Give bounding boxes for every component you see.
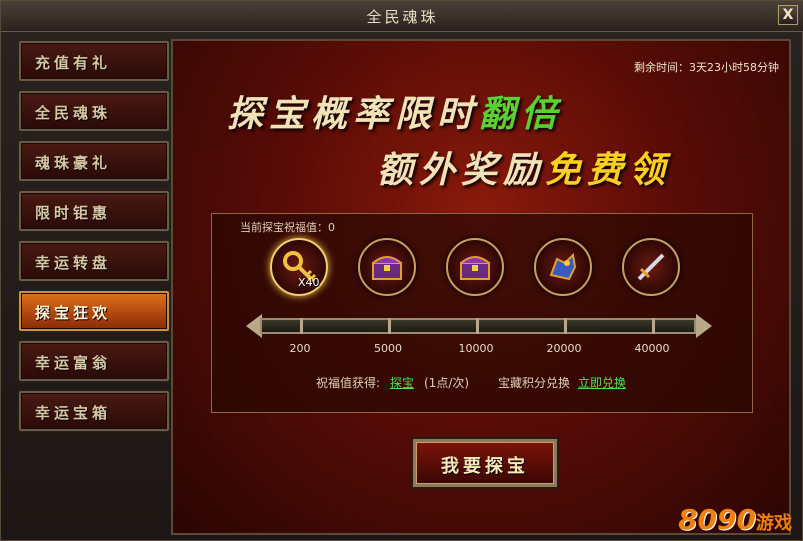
reward-item-sword[interactable] <box>622 238 680 296</box>
sidebar-item-label: 探宝狂欢 <box>35 304 112 322</box>
main-panel: 剩余时间：3天23小时58分钟 探宝概率限时翻倍 额外奖励免费领 当前探宝祝福值… <box>171 39 791 535</box>
progress-bar-right-arrow <box>696 314 712 338</box>
treasure-chest-icon <box>460 256 490 280</box>
sidebar-item-label: 限时钜惠 <box>35 204 112 222</box>
blessing-progress-bar <box>260 318 696 334</box>
threshold-tick <box>564 318 567 334</box>
sidebar-item-recharge-gift[interactable]: 充值有礼 <box>19 41 169 81</box>
logo-text: 游戏 <box>756 513 792 534</box>
game-window: 全民魂珠 X 充值有礼 全民魂珠 魂珠豪礼 限时钜惠 幸运转盘 探宝狂欢 幸运富… <box>0 0 803 541</box>
reward-item-chest-2[interactable] <box>446 238 504 296</box>
sidebar-item-limited-offer[interactable]: 限时钜惠 <box>19 191 169 231</box>
threshold-label: 10000 <box>458 342 494 355</box>
threshold-tick <box>652 318 655 334</box>
sidebar-item-label: 魂珠豪礼 <box>35 154 112 172</box>
sidebar-item-lucky-chest[interactable]: 幸运宝箱 <box>19 391 169 431</box>
window-title: 全民魂珠 <box>366 8 439 26</box>
treasure-hunt-button-label: 我要探宝 <box>441 456 529 477</box>
sidebar-item-label: 全民魂珠 <box>35 104 112 122</box>
threshold-tick <box>388 318 391 334</box>
sidebar-item-label: 幸运宝箱 <box>35 404 112 422</box>
blessing-value: 当前探宝祝福值：0 <box>240 221 335 234</box>
sidebar-item-label: 充值有礼 <box>35 54 112 72</box>
sidebar-item-label: 幸运富翁 <box>35 354 112 372</box>
remaining-time: 剩余时间：3天23小时58分钟 <box>634 61 779 74</box>
key-quantity: X40 <box>298 276 320 289</box>
threshold-tick <box>300 318 303 334</box>
threshold-label: 5000 <box>374 342 402 355</box>
close-button[interactable]: X <box>778 5 798 25</box>
threshold-label: 200 <box>289 342 311 355</box>
treasure-chest-icon <box>372 256 402 280</box>
threshold-label: 20000 <box>546 342 582 355</box>
reward-item-mount[interactable] <box>534 238 592 296</box>
exchange-now-link[interactable]: 立即兑换 <box>578 374 626 391</box>
banner-line-2-highlight: 免费领 <box>545 149 672 191</box>
banner-line-2: 额外奖励免费领 <box>377 141 671 193</box>
mount-icon <box>549 252 577 281</box>
sidebar-item-soul-bead-gift[interactable]: 魂珠豪礼 <box>19 141 169 181</box>
sidebar-item-label: 幸运转盘 <box>35 254 112 272</box>
title-bar: 全民魂珠 X <box>1 1 803 32</box>
treasure-hunt-link[interactable]: 探宝 <box>390 374 414 391</box>
sword-icon <box>637 253 665 281</box>
banner-line-1-text: 探宝概率限时 <box>227 93 480 135</box>
threshold-tick <box>476 318 479 334</box>
banner-line-1: 探宝概率限时翻倍 <box>227 85 563 137</box>
sidebar-item-treasure-carnival[interactable]: 探宝狂欢 <box>19 291 169 331</box>
reward-item-chest-1[interactable] <box>358 238 416 296</box>
sidebar-item-lucky-wheel[interactable]: 幸运转盘 <box>19 241 169 281</box>
sidebar-item-soul-bead[interactable]: 全民魂珠 <box>19 91 169 131</box>
treasure-hunt-button[interactable]: 我要探宝 <box>413 439 557 487</box>
threshold-label: 40000 <box>634 342 670 355</box>
sidebar: 充值有礼 全民魂珠 魂珠豪礼 限时钜惠 幸运转盘 探宝狂欢 幸运富翁 幸运宝箱 <box>7 35 169 535</box>
treasure-info-box: 当前探宝祝福值：0 X40 200 5000 10000 20000 40000… <box>211 213 753 413</box>
blessing-gain-rate: (1点/次) <box>424 376 470 390</box>
sidebar-item-lucky-tycoon[interactable]: 幸运富翁 <box>19 341 169 381</box>
site-logo: 8090游戏 <box>678 503 792 536</box>
exchange-label: 宝藏积分兑换 <box>498 376 571 390</box>
banner-line-2-text: 额外奖励 <box>377 149 546 191</box>
banner-line-1-highlight: 翻倍 <box>479 93 564 135</box>
logo-number: 8090 <box>678 503 756 536</box>
blessing-gain-label: 祝福值获得: <box>316 376 381 390</box>
